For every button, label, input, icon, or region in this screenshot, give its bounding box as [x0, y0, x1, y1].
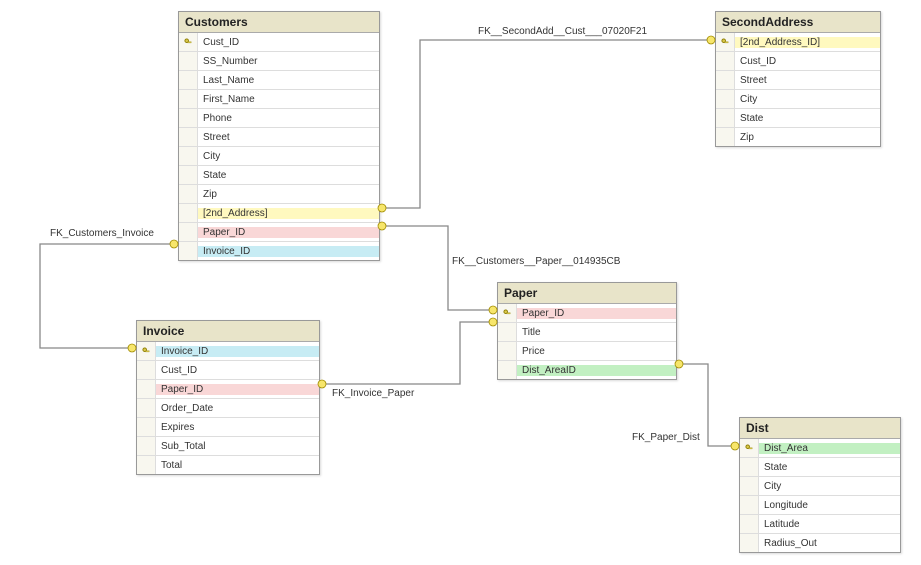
fk-label-customers-invoice: FK_Customers_Invoice: [50, 228, 154, 239]
relationships-layer: [0, 0, 921, 565]
fk-label-secondadd-cust: FK__SecondAdd__Cust___07020F21: [478, 26, 647, 37]
fk-label-paper-dist: FK_Paper_Dist: [632, 432, 700, 443]
fk-label-customers-paper: FK__Customers__Paper__014935CB: [452, 256, 620, 267]
fk-label-invoice-paper: FK_Invoice_Paper: [332, 388, 414, 399]
